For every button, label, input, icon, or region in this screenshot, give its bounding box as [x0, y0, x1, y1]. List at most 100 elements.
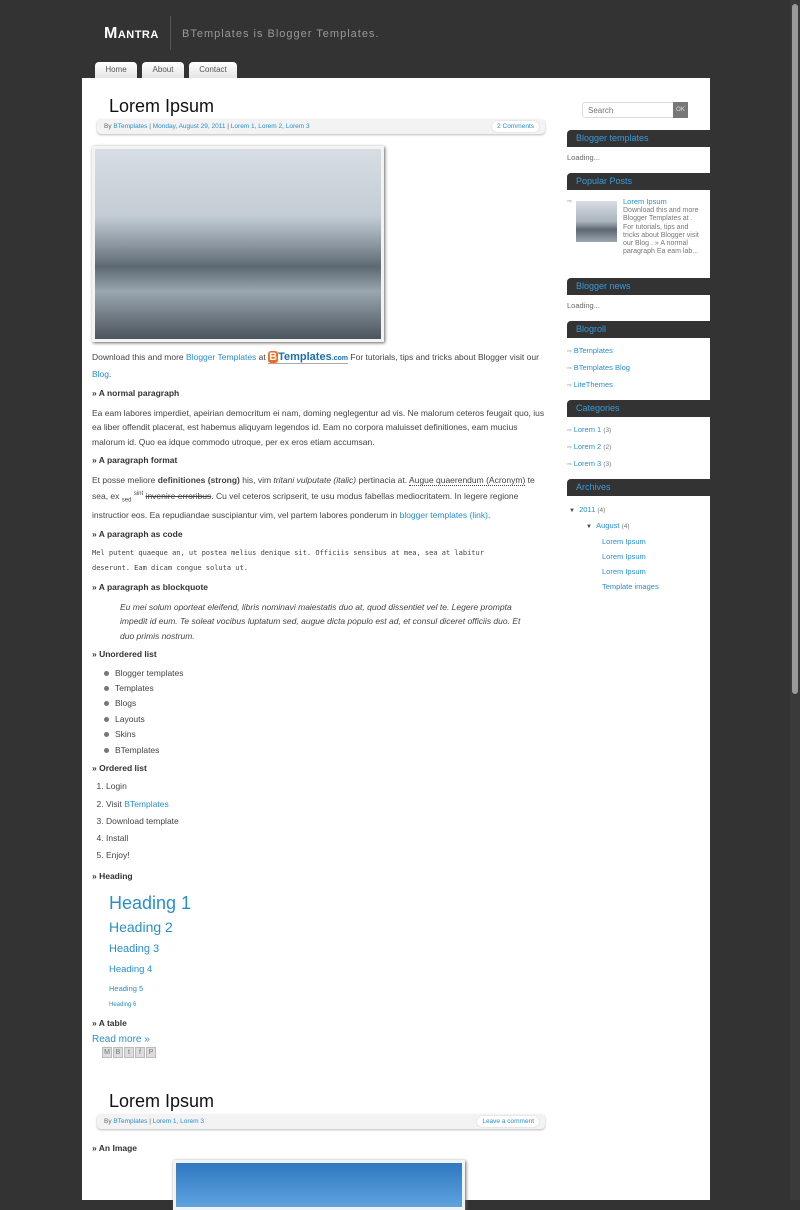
- list-item: Blogs: [92, 696, 547, 711]
- t: pertinacia at.: [358, 474, 408, 485]
- archive-post-link[interactable]: Lorem Ipsum: [602, 534, 707, 549]
- comments-link[interactable]: Leave a comment: [477, 1116, 539, 1127]
- heading-6: Heading 6: [109, 1001, 137, 1008]
- intro-text: For tutorials, tips and tricks about Blo…: [350, 352, 539, 362]
- section-heading: » A table: [92, 1017, 127, 1028]
- count: (4): [621, 523, 630, 530]
- author-link[interactable]: BTemplates: [113, 123, 147, 130]
- loading-text: Loading...: [567, 153, 600, 162]
- widget-title: Archives: [567, 479, 710, 496]
- site-logo[interactable]: Mantra: [104, 25, 159, 43]
- list-item: Login: [106, 778, 547, 795]
- twitter-icon[interactable]: t: [124, 1047, 134, 1058]
- btemplates-logo[interactable]: BTemplates.com: [268, 351, 349, 364]
- labels-link[interactable]: Lorem 1, Lorem 2, Lorem 3: [231, 123, 310, 130]
- nav-tab-contact[interactable]: Contact: [189, 62, 237, 78]
- blogroll-link[interactable]: BTemplates: [567, 343, 630, 360]
- author-link[interactable]: BTemplates: [113, 1118, 147, 1125]
- code-paragraph: Mel putent quaeque an, ut postea melius …: [92, 549, 484, 573]
- archive-tree: ▼ 2011 (4) ▼ August (4) Lorem Ipsum Lore…: [567, 502, 707, 594]
- section-heading: » A paragraph as blockquote: [92, 582, 209, 593]
- popular-post-thumbnail[interactable]: [576, 201, 617, 242]
- blogroll-link[interactable]: BTemplates Blog: [567, 360, 630, 377]
- category-item[interactable]: Lorem 2 (2): [567, 439, 612, 456]
- labels-link[interactable]: Lorem 1, Lorem 3: [153, 1118, 204, 1125]
- blogger-templates-link[interactable]: Blogger Templates: [186, 352, 256, 362]
- blogroll-link[interactable]: LiteThemes: [567, 377, 630, 394]
- heading-1: Heading 1: [109, 892, 192, 913]
- sup-text: sint: [133, 491, 144, 497]
- archive-month-link[interactable]: August: [596, 521, 619, 530]
- post-image-sky: [173, 1160, 465, 1210]
- post-meta: By BTemplates | Monday, August 29, 2011 …: [97, 119, 545, 134]
- italic-text: tritani vulputate (italic): [273, 474, 357, 485]
- triangle-down-icon[interactable]: ▼: [569, 508, 575, 514]
- format-paragraph: Et posse meliore definitiones (strong) h…: [92, 473, 547, 523]
- t: his, vim: [242, 474, 272, 485]
- nav-tab-home[interactable]: Home: [95, 62, 137, 78]
- arrow-icon: ⇨: [567, 199, 573, 205]
- category-item[interactable]: Lorem 3 (3): [567, 456, 612, 473]
- post-title[interactable]: Lorem Ipsum: [109, 1091, 214, 1112]
- archive-post-link[interactable]: Lorem Ipsum: [602, 549, 707, 564]
- meta-sep: |: [149, 123, 151, 130]
- category-link[interactable]: Lorem 1: [574, 425, 602, 434]
- categories-list: Lorem 1 (3) Lorem 2 (2) Lorem 3 (3): [567, 422, 612, 473]
- post-image-iceberg: [92, 146, 384, 342]
- email-icon[interactable]: M: [102, 1047, 112, 1058]
- heading-5: Heading 5: [109, 983, 144, 993]
- section-heading: » A paragraph as code: [92, 528, 183, 539]
- post-title[interactable]: Lorem Ipsum: [109, 96, 214, 117]
- scrollbar-thumb[interactable]: [792, 4, 798, 694]
- comments-link[interactable]: 2 Comments: [492, 121, 539, 132]
- nav-tab-about[interactable]: About: [142, 62, 184, 78]
- archive-post-link[interactable]: Lorem Ipsum: [602, 564, 707, 579]
- intro-text: at: [258, 352, 266, 362]
- blogroll-list: BTemplates BTemplates Blog LiteThemes: [567, 343, 630, 394]
- category-link[interactable]: Lorem 2: [574, 442, 602, 451]
- site-tagline: BTemplates is Blogger Templates.: [182, 28, 380, 40]
- heading-4: Heading 4: [109, 963, 153, 975]
- meta-sep: |: [149, 1118, 151, 1125]
- triangle-down-icon[interactable]: ▼: [586, 524, 592, 530]
- strong-text: definitiones (strong): [157, 474, 240, 485]
- list-item: Install: [106, 830, 547, 847]
- intro-text: Download this and more: [92, 352, 184, 362]
- pinterest-icon[interactable]: P: [146, 1047, 156, 1058]
- blog-icon[interactable]: B: [113, 1047, 123, 1058]
- heading-2: Heading 2: [109, 918, 173, 935]
- facebook-icon[interactable]: f: [135, 1047, 145, 1058]
- section-heading: » An Image: [92, 1143, 138, 1153]
- read-more-link[interactable]: Read more »: [92, 1033, 547, 1048]
- post-body: Download this and more Blogger Templates…: [92, 350, 547, 1048]
- archive-year-link[interactable]: 2011: [579, 505, 595, 514]
- widget-title: Blogger news: [567, 278, 710, 295]
- category-link[interactable]: Lorem 3: [574, 459, 602, 468]
- list-item: Skins: [92, 727, 547, 742]
- category-item[interactable]: Lorem 1 (3): [567, 422, 612, 439]
- sub-text: sed: [121, 497, 132, 504]
- btemplates-link[interactable]: BTemplates: [124, 799, 168, 809]
- blogger-templates-inline-link[interactable]: blogger templates (link): [400, 510, 488, 520]
- popular-post-link[interactable]: Lorem Ipsum: [623, 197, 667, 206]
- list-item: Enjoy!: [106, 847, 547, 864]
- popular-post: ⇨ Lorem Ipsum Download this and more Blog…: [567, 197, 700, 256]
- loading-text: Loading...: [567, 301, 600, 310]
- section-heading: » A paragraph format: [92, 455, 178, 465]
- archive-post-link[interactable]: Template images: [602, 579, 707, 594]
- share-buttons: MBtfP: [102, 1047, 156, 1058]
- count: (3): [603, 461, 612, 468]
- meta-by: By: [104, 123, 112, 130]
- search-button[interactable]: OK: [673, 102, 688, 118]
- strike-text: invenire erroribus: [145, 490, 212, 501]
- list-item: Templates: [92, 681, 547, 696]
- section-heading: » Heading: [92, 871, 133, 882]
- popular-post-snippet: Download this and more Blogger Templates…: [623, 207, 699, 256]
- meta-by: By: [104, 1118, 112, 1125]
- blog-link[interactable]: Blog: [92, 369, 109, 379]
- heading-3: Heading 3: [109, 942, 160, 955]
- t: .: [487, 510, 491, 521]
- date-link[interactable]: Monday, August 29, 2011: [153, 123, 226, 130]
- search-input[interactable]: [582, 102, 674, 118]
- ordered-list: Login Visit BTemplates Download template…: [92, 778, 547, 864]
